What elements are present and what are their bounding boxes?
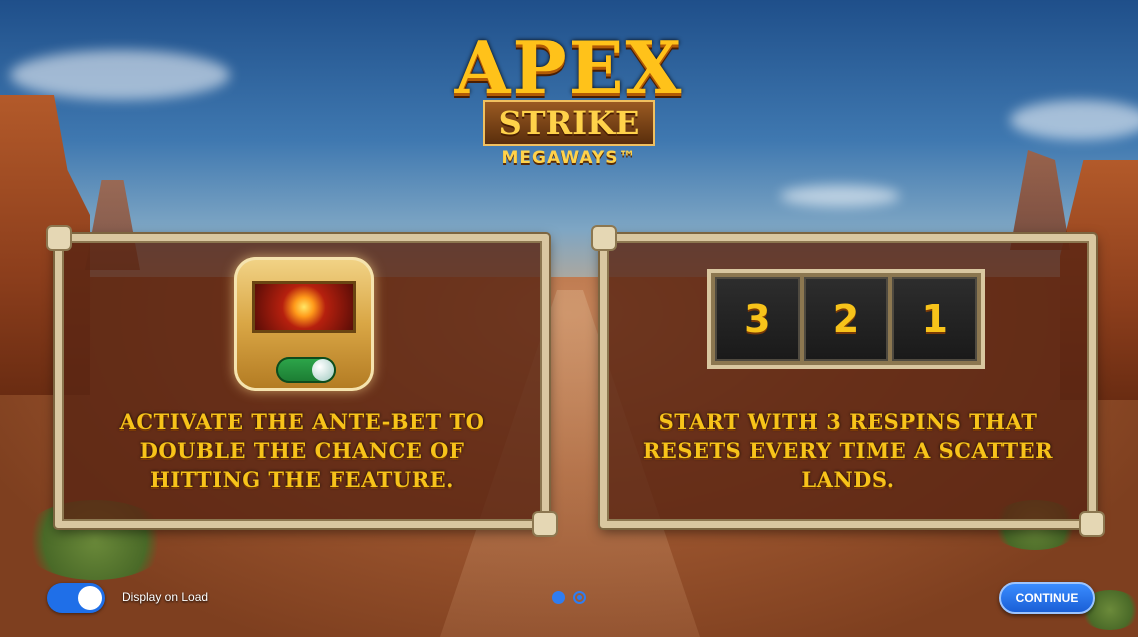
display-on-load-label: Display on Load xyxy=(122,590,209,604)
logo-title: APEX xyxy=(454,25,684,110)
intro-screen: APEX STRIKE MEGAWAYS™ ACTIVATE THE ANTE-… xyxy=(0,0,1138,637)
respin-counter-digit: 1 xyxy=(892,277,978,361)
sun-icon xyxy=(252,281,356,333)
ante-bet-toggle-icon xyxy=(234,257,374,391)
continue-button[interactable]: CONTINUE xyxy=(999,582,1095,614)
ante-bet-panel: ACTIVATE THE ANTE-BET TO DOUBLE THE CHAN… xyxy=(48,227,556,535)
cloud xyxy=(780,185,900,207)
page-dot-2[interactable] xyxy=(573,591,586,604)
respin-panel: 3 2 1 START WITH 3 RESPINS THAT RESETS E… xyxy=(593,227,1103,535)
respin-counter-digit: 2 xyxy=(803,277,889,361)
ante-bet-description: ACTIVATE THE ANTE-BET TO DOUBLE THE CHAN… xyxy=(119,409,485,492)
display-on-load-toggle[interactable] xyxy=(47,583,105,613)
logo-subtitle: STRIKE xyxy=(482,100,656,146)
page-indicator xyxy=(552,591,586,604)
respin-counter: 3 2 1 xyxy=(707,269,985,369)
toggle-knob xyxy=(78,586,102,610)
cloud xyxy=(1010,100,1138,140)
game-logo: APEX STRIKE MEGAWAYS™ xyxy=(450,30,688,190)
toggle-switch-icon xyxy=(276,357,336,383)
respin-counter-digit: 3 xyxy=(715,277,800,361)
toggle-knob xyxy=(312,359,334,381)
respin-description: START WITH 3 RESPINS THAT RESETS EVERY T… xyxy=(642,409,1054,492)
logo-tagline: MEGAWAYS™ xyxy=(501,148,637,168)
page-dot-1[interactable] xyxy=(552,591,565,604)
cloud xyxy=(10,50,230,100)
